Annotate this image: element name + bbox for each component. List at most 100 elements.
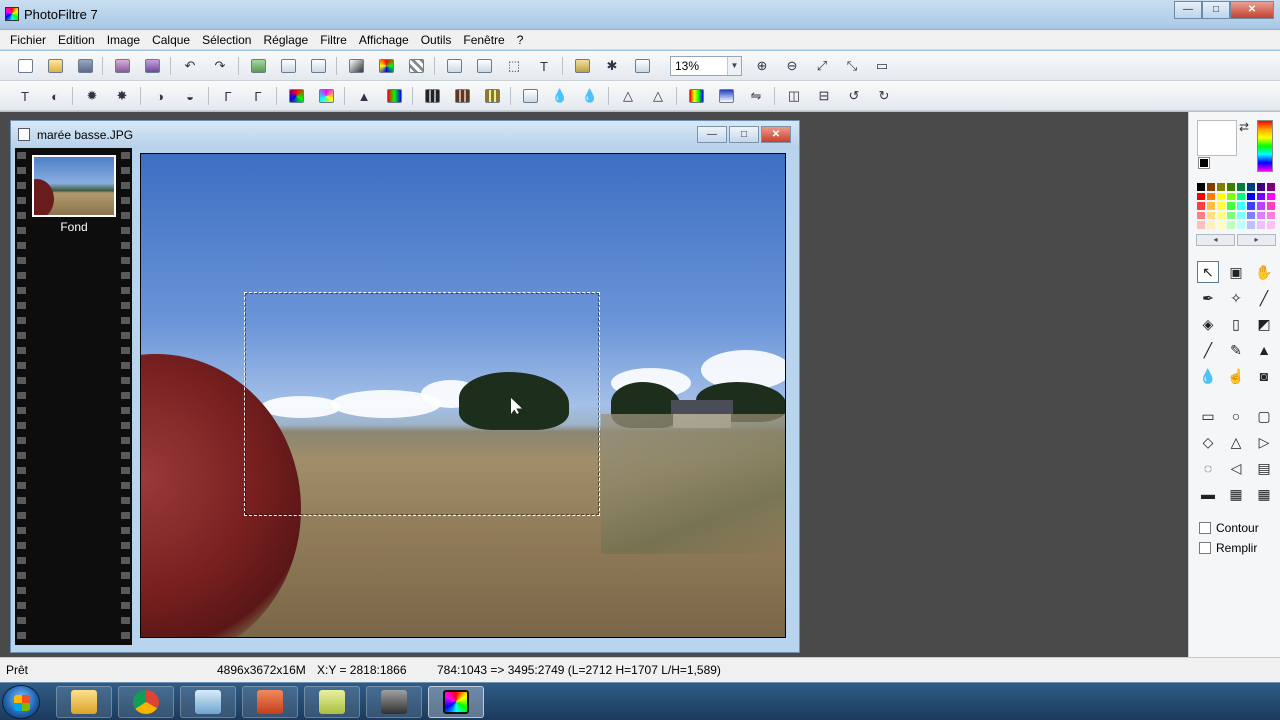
palette-swatch[interactable] (1216, 182, 1226, 192)
swap-colors-icon[interactable]: ⇄ (1239, 120, 1249, 134)
remplir-option[interactable]: Remplir (1199, 541, 1257, 555)
palette-swatch[interactable] (1206, 182, 1216, 192)
zoom-select[interactable]: 13% ▼ (670, 56, 742, 76)
layer-manager-icon[interactable]: ▣ (1225, 261, 1247, 283)
zoom-out-icon[interactable]: ⊖ (782, 56, 802, 76)
palette-swatch[interactable] (1266, 182, 1276, 192)
start-button[interactable] (2, 685, 40, 719)
palette-swatch[interactable] (1196, 210, 1206, 221)
document-titlebar[interactable]: marée basse.JPG — □ ✕ (11, 121, 799, 149)
save-disk-icon[interactable] (75, 56, 95, 76)
selection-arrow-icon[interactable]: ↖ (1197, 261, 1219, 283)
blur-icon[interactable] (520, 86, 540, 106)
triangle-right-shape-icon[interactable]: ▷ (1253, 431, 1275, 453)
palette-swatch[interactable] (1256, 182, 1266, 192)
copy-image-icon[interactable] (278, 56, 298, 76)
ellipse-shape-icon[interactable]: ○ (1225, 405, 1247, 427)
fullscreen-icon[interactable]: ▭ (872, 56, 892, 76)
scan-icon[interactable] (142, 56, 162, 76)
smudge-icon[interactable]: ☝ (1225, 365, 1247, 387)
palette-prev-button[interactable]: ◂ (1196, 234, 1235, 246)
palette-swatch[interactable] (1266, 210, 1276, 221)
stamp-icon[interactable]: ▲ (1253, 339, 1275, 361)
open-folder-icon[interactable] (45, 56, 65, 76)
palette-swatch[interactable] (1216, 201, 1226, 211)
ratio-4-3-icon[interactable]: ▦ (1225, 483, 1247, 505)
color-filter-1-icon[interactable] (686, 86, 706, 106)
palette-swatch[interactable] (1256, 220, 1266, 230)
crop-selection-icon[interactable]: ⬚ (504, 56, 524, 76)
palette-swatch[interactable] (1226, 210, 1236, 221)
filter-grid-1-icon[interactable] (422, 86, 442, 106)
gamma-up-icon[interactable]: Γ (248, 86, 268, 106)
color-balance-icon[interactable] (384, 86, 404, 106)
palette-swatch[interactable] (1246, 182, 1256, 192)
palette-swatch[interactable] (1256, 201, 1266, 211)
palette-swatch[interactable] (1236, 220, 1246, 230)
palette-swatch[interactable] (1226, 182, 1236, 192)
fill-bucket-icon[interactable]: ◈ (1197, 313, 1219, 335)
gradient-icon[interactable] (346, 56, 366, 76)
fit-window-icon[interactable]: ⤡ (842, 56, 862, 76)
palette-swatch[interactable] (1236, 191, 1246, 202)
soften-icon[interactable]: 💧 (550, 86, 570, 106)
menu-reglage[interactable]: Réglage (257, 30, 314, 49)
taskbar-chrome[interactable] (118, 686, 174, 718)
auto-contrast-icon[interactable]: T (15, 86, 35, 106)
auto-levels-icon[interactable]: ◐ (45, 86, 65, 106)
gamma-down-icon[interactable]: Γ (218, 86, 238, 106)
contour-option[interactable]: Contour (1199, 521, 1259, 535)
saturation-up-icon[interactable] (316, 86, 336, 106)
polygon-lasso-icon[interactable]: ◁ (1225, 457, 1247, 479)
taskbar-app-3[interactable] (180, 686, 236, 718)
diamond-shape-icon[interactable]: ◇ (1197, 431, 1219, 453)
palette-swatch[interactable] (1196, 191, 1206, 202)
print-icon[interactable] (112, 56, 132, 76)
remplir-checkbox[interactable] (1199, 542, 1211, 554)
rectangular-selection[interactable] (244, 292, 600, 516)
color-spectrum[interactable] (1257, 120, 1273, 172)
palette-swatch[interactable] (1196, 220, 1206, 230)
doc-minimize-button[interactable]: — (697, 126, 727, 143)
new-file-icon[interactable] (15, 56, 35, 76)
minimize-button[interactable]: — (1174, 1, 1202, 19)
palette-swatch[interactable] (1206, 210, 1216, 221)
background-color-swatch[interactable] (1197, 120, 1237, 156)
palette-swatch[interactable] (1216, 220, 1226, 230)
color-grid-icon[interactable] (376, 56, 396, 76)
palette-swatch[interactable] (1216, 210, 1226, 221)
palette-swatch[interactable] (1256, 210, 1266, 221)
palette-swatch[interactable] (1266, 201, 1276, 211)
triangle-shape-icon[interactable]: △ (1225, 431, 1247, 453)
brush-icon[interactable]: ╱ (1197, 339, 1219, 361)
taskbar-camera[interactable] (366, 686, 422, 718)
sharpen-icon[interactable]: △ (618, 86, 638, 106)
menu-calque[interactable]: Calque (146, 30, 196, 49)
palette-swatch[interactable] (1206, 201, 1216, 211)
contour-checkbox[interactable] (1199, 522, 1211, 534)
canvas-size-icon[interactable] (474, 56, 494, 76)
sharpen-more-icon[interactable]: △ (648, 86, 668, 106)
layers-icon[interactable] (572, 56, 592, 76)
undo-icon[interactable]: ↶ (180, 56, 200, 76)
palette-swatch[interactable] (1246, 191, 1256, 202)
close-button[interactable]: ✕ (1230, 1, 1274, 19)
palette-swatch[interactable] (1236, 182, 1246, 192)
menu-outils[interactable]: Outils (415, 30, 458, 49)
contrast-down-icon[interactable]: ◑ (150, 86, 170, 106)
image-canvas[interactable] (140, 153, 786, 638)
palette-swatch[interactable] (1226, 220, 1236, 230)
hand-pan-icon[interactable]: ✋ (1253, 261, 1275, 283)
rotate-left-icon[interactable]: ↺ (844, 86, 864, 106)
blur-drop-icon[interactable]: 💧 (1197, 365, 1219, 387)
flip-vertical-icon[interactable]: ⊟ (814, 86, 834, 106)
foreground-color-swatch[interactable] (1198, 157, 1210, 169)
automation-icon[interactable]: ✱ (602, 56, 622, 76)
palette-swatch[interactable] (1266, 220, 1276, 230)
taskbar-photofiltre[interactable] (428, 686, 484, 718)
menu-help[interactable]: ? (511, 30, 530, 49)
maximize-button[interactable]: □ (1202, 1, 1230, 19)
menu-image[interactable]: Image (101, 30, 146, 49)
redo-icon[interactable]: ↷ (210, 56, 230, 76)
menu-selection[interactable]: Sélection (196, 30, 257, 49)
